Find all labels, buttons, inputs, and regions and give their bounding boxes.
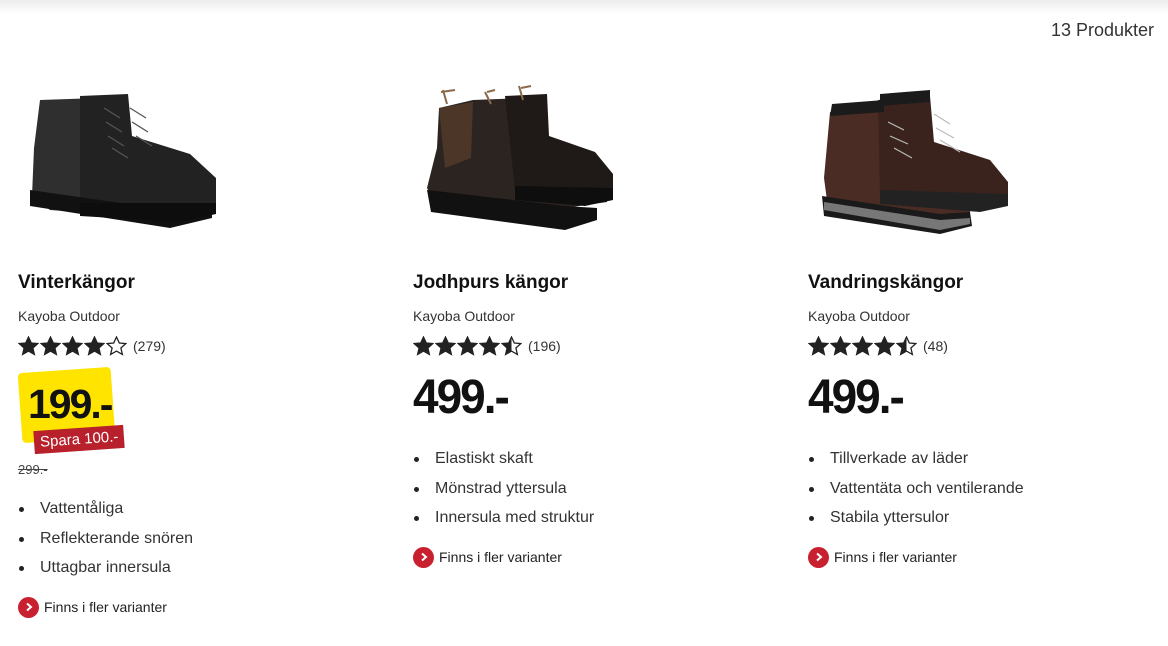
product-price: 499.-	[413, 368, 510, 424]
rating-stars	[808, 336, 917, 356]
jodhpurs-boot-image[interactable]	[415, 78, 615, 248]
star-half-icon	[896, 336, 917, 356]
rating-count: (48)	[923, 338, 948, 354]
feature-item: Uttagbar innersula	[18, 553, 378, 583]
product-title[interactable]: Vandringskängor	[808, 272, 1168, 294]
product-rating: (196)	[413, 336, 773, 356]
product-price: 499.-	[808, 368, 905, 424]
star-half-icon	[501, 336, 522, 356]
rating-stars	[413, 336, 522, 356]
product-card[interactable]: Jodhpurs kängor Kayoba Outdoor (196) 499…	[413, 78, 773, 568]
feature-list: Elastiskt skaft Mönstrad yttersula Inner…	[413, 444, 773, 533]
star-full-icon	[40, 336, 61, 356]
variants-link[interactable]: Finns i fler varianter	[413, 546, 773, 568]
rating-count: (279)	[133, 338, 166, 354]
rating-stars	[18, 336, 127, 356]
product-brand: Kayoba Outdoor	[808, 308, 910, 324]
product-card[interactable]: Vandringskängor Kayoba Outdoor (48) 499.…	[808, 78, 1168, 568]
star-full-icon	[457, 336, 478, 356]
star-full-icon	[874, 336, 895, 356]
product-brand: Kayoba Outdoor	[18, 308, 120, 324]
star-full-icon	[18, 336, 39, 356]
chevron-right-icon	[808, 546, 829, 568]
feature-item: Tillverkade av läder	[808, 444, 1168, 474]
star-full-icon	[808, 336, 829, 356]
star-full-icon	[830, 336, 851, 356]
winter-boot-image[interactable]	[20, 78, 220, 248]
variants-label: Finns i fler varianter	[834, 549, 957, 565]
product-title[interactable]: Vinterkängor	[18, 272, 378, 294]
save-badge: Spara 100.-	[33, 424, 126, 455]
feature-item: Vattentäta och ventilerande	[808, 474, 1168, 504]
variants-label: Finns i fler varianter	[439, 549, 562, 565]
product-card[interactable]: Vinterkängor Kayoba Outdoor (279) 199.- …	[17, 78, 378, 618]
sale-price-block: 199.- Spara 100.- 299.-	[17, 366, 378, 477]
star-full-icon	[413, 336, 434, 356]
feature-list: Vattentåliga Reflekterande snören Uttagb…	[18, 494, 378, 583]
variants-link[interactable]: Finns i fler varianter	[18, 596, 378, 618]
star-full-icon	[852, 336, 873, 356]
feature-item: Innersula med struktur	[413, 503, 773, 533]
sale-price: 199.-	[28, 381, 113, 427]
product-rating: (279)	[18, 336, 378, 356]
variants-link[interactable]: Finns i fler varianter	[808, 546, 1168, 568]
star-full-icon	[62, 336, 83, 356]
product-rating: (48)	[808, 336, 1168, 356]
variants-label: Finns i fler varianter	[44, 599, 167, 615]
feature-item: Stabila yttersulor	[808, 503, 1168, 533]
old-price: 299.-	[18, 462, 48, 477]
product-brand: Kayoba Outdoor	[413, 308, 515, 324]
product-title[interactable]: Jodhpurs kängor	[413, 272, 773, 294]
feature-list: Tillverkade av läder Vattentäta och vent…	[808, 444, 1168, 533]
chevron-right-icon	[413, 546, 434, 568]
product-count: 13 Produkter	[1050, 20, 1154, 40]
hiking-boot-image[interactable]	[810, 78, 1010, 248]
star-empty-icon	[106, 336, 127, 356]
feature-item: Reflekterande snören	[18, 524, 378, 554]
feature-item: Vattentåliga	[18, 494, 378, 524]
star-full-icon	[84, 336, 105, 356]
star-full-icon	[435, 336, 456, 356]
feature-item: Elastiskt skaft	[413, 444, 773, 474]
chevron-right-icon	[18, 596, 39, 618]
feature-item: Mönstrad yttersula	[413, 474, 773, 504]
rating-count: (196)	[528, 338, 561, 354]
header-shadow	[0, 0, 1168, 14]
star-full-icon	[479, 336, 500, 356]
